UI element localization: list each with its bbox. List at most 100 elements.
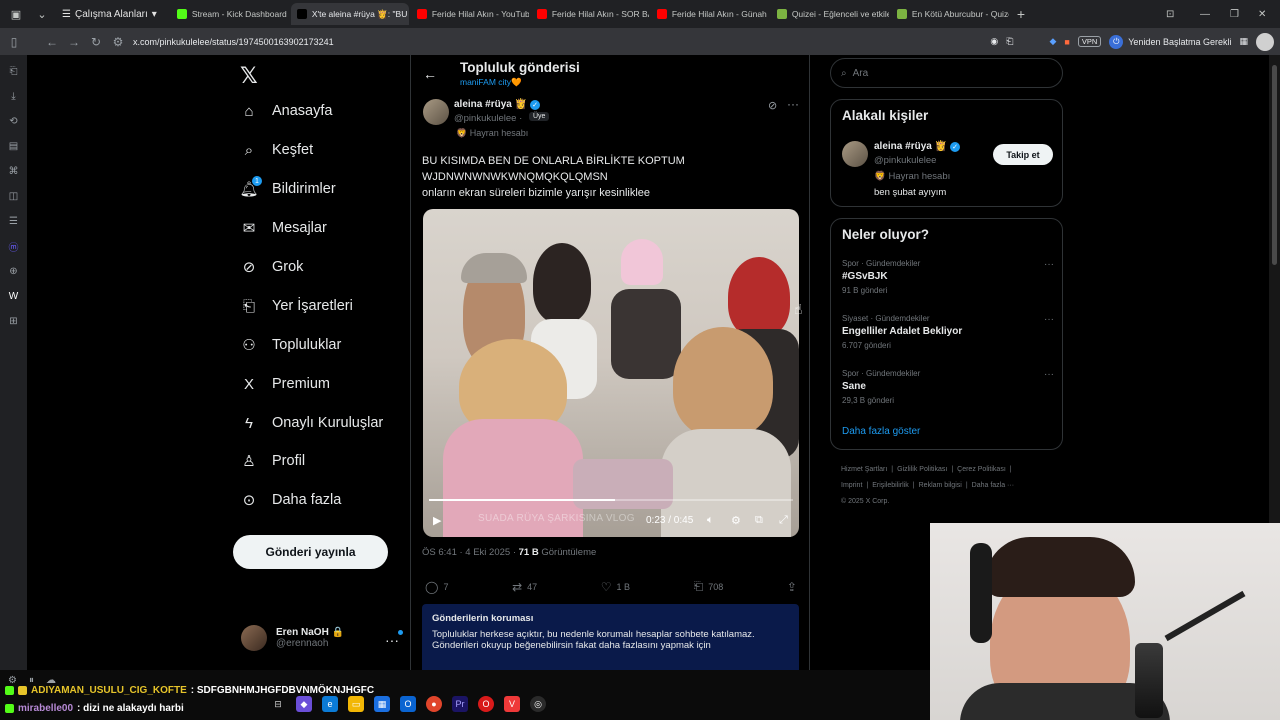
browser-tab[interactable]: Feride Hilal Akın - Günah B: [651, 3, 769, 25]
cast-icon[interactable]: ◉: [990, 36, 998, 47]
post-timestamp[interactable]: ÖS 6:41 · 4 Eki 2025 ·: [422, 547, 516, 558]
follow-button[interactable]: Takip et: [993, 144, 1053, 165]
reply-button[interactable]: ◯ 7: [425, 579, 448, 594]
reload-icon[interactable]: ↻: [85, 31, 107, 53]
browser-menu-icon[interactable]: ▣: [6, 4, 26, 24]
bookmark-button[interactable]: ⎗ 708: [694, 579, 724, 594]
nav-item-onayl-kurulu-lar[interactable]: ϟ Onaylı Kuruluşlar: [240, 414, 383, 432]
extension-icon[interactable]: ◆: [1049, 36, 1056, 47]
new-tab-button[interactable]: +: [1017, 6, 1025, 22]
trend-item[interactable]: Siyaset · Gündemdekiler Engelliler Adalet…: [842, 314, 1054, 350]
account-switcher[interactable]: Eren NaOH 🔒 @erennaoh: [241, 625, 344, 651]
browser-tab[interactable]: Quizei - Eğlenceli ve etkileş: [771, 3, 889, 25]
community-link[interactable]: maniFAM city🧡: [460, 77, 522, 88]
premiere-icon[interactable]: Pr: [452, 696, 468, 712]
pause-icon[interactable]: ⏸: [29, 675, 34, 686]
copilot-icon[interactable]: ◆: [296, 696, 312, 712]
url-field[interactable]: x.com/pinkukulelee/status/19745001639021…: [133, 37, 334, 47]
browser-tab[interactable]: Feride Hilal Akın - YouTube: [411, 3, 529, 25]
close-window-button[interactable]: ✕: [1258, 0, 1266, 28]
footer-link[interactable]: Daha fazla ···: [972, 482, 1014, 489]
web-panel-icon[interactable]: ⊕: [7, 263, 21, 279]
footer-link[interactable]: Erişilebilirlik: [872, 482, 909, 489]
nav-item-ke-fet[interactable]: ⌕ Keşfet: [240, 141, 313, 159]
post-more-icon[interactable]: ···: [787, 97, 799, 111]
panel-w-icon[interactable]: W: [7, 288, 21, 304]
account-more-icon[interactable]: ···: [385, 630, 403, 648]
browser-tab[interactable]: X'te aleina #rüya 👸: "BU K: [290, 3, 409, 25]
folder-icon[interactable]: ▭: [348, 696, 364, 712]
pip-icon[interactable]: ⧉: [755, 514, 763, 527]
scrollbar-thumb[interactable]: [1272, 65, 1277, 265]
bookmark-page-icon[interactable]: ⎗: [1006, 36, 1013, 47]
restart-required-button[interactable]: ⏻ Yeniden Başlatma Gerekli: [1109, 34, 1231, 49]
outlook-icon[interactable]: O: [400, 696, 416, 712]
author-handle[interactable]: @pinkukulelee ·: [454, 113, 522, 124]
share-button[interactable]: ⇪: [787, 579, 797, 594]
extension-icon-2[interactable]: ■: [1064, 37, 1069, 47]
nav-item-grok[interactable]: ⊘ Grok: [240, 258, 304, 276]
nav-item-bildirimler[interactable]: 🔔︎ 1 Bildirimler: [239, 176, 336, 198]
vivaldi-icon[interactable]: V: [504, 696, 520, 712]
footer-link[interactable]: © 2025 X Corp.: [841, 498, 889, 505]
back-arrow-icon[interactable]: ←: [41, 31, 63, 53]
footer-link[interactable]: Çerez Politikası: [957, 466, 1006, 473]
notes-icon[interactable]: ▤: [7, 138, 21, 154]
task-view-icon[interactable]: ⊟: [270, 696, 286, 712]
fullscreen-icon[interactable]: ⤢: [779, 514, 788, 527]
author-avatar[interactable]: [423, 99, 449, 125]
trend-item[interactable]: Spor · Gündemdekiler #GSvBJK 91 B gönderi ·…: [842, 259, 1054, 295]
browser-tab[interactable]: En Kötü Aburcubur - Quizei: [891, 3, 1009, 25]
browser-tab[interactable]: Stream - Kick Dashboard: [171, 3, 289, 25]
store-icon[interactable]: ▦: [374, 696, 390, 712]
footer-link[interactable]: Hizmet Şartları: [841, 466, 887, 473]
obs-icon[interactable]: ◎: [530, 696, 546, 712]
related-user-name-row[interactable]: aleina #rüya 👸 ✓: [874, 141, 961, 152]
footer-link[interactable]: Imprint: [841, 482, 862, 489]
x-logo-icon[interactable]: 𝕏: [240, 63, 258, 89]
settings-gear-icon[interactable]: ⚙: [731, 514, 741, 527]
show-more-link[interactable]: Daha fazla göster: [842, 426, 920, 437]
site-info-icon[interactable]: ⚙: [107, 31, 129, 53]
capture-icon[interactable]: ◫: [7, 188, 21, 204]
reading-list-icon[interactable]: ☰: [7, 213, 21, 229]
translate-icon[interactable]: ⌘: [7, 163, 21, 179]
play-icon[interactable]: ▶: [433, 514, 441, 527]
nav-item-premium[interactable]: X Premium: [240, 375, 330, 393]
vpn-button[interactable]: VPN: [1077, 36, 1102, 47]
avatar[interactable]: [842, 141, 868, 167]
workspaces-button[interactable]: ☰ Çalışma Alanları ▾: [58, 4, 161, 24]
settings-gear-icon[interactable]: ⚙: [8, 675, 17, 686]
tab-list-chevron-icon[interactable]: ⌄: [32, 4, 52, 24]
nav-item-anasayfa[interactable]: ⌂ Anasayfa: [240, 102, 332, 120]
footer-link[interactable]: Reklam bilgisi: [919, 482, 962, 489]
profile-avatar[interactable]: [1256, 32, 1274, 51]
cloud-icon[interactable]: ☁: [46, 675, 56, 686]
nav-item-daha-fazla[interactable]: ⊙ Daha fazla: [240, 491, 342, 509]
search-input[interactable]: ⌕ Ara: [830, 58, 1063, 88]
nav-item-yer-i-aretleri[interactable]: ⎗ Yer İşaretleri: [240, 297, 353, 315]
video-player[interactable]: SUADA RÜYA ŞARKISINA VLOG ▶ 0:23 / 0:45 …: [423, 209, 799, 537]
repost-button[interactable]: ⇄ 47: [512, 579, 537, 594]
download-icon[interactable]: ⤓: [7, 88, 21, 104]
nav-item-mesajlar[interactable]: ✉ Mesajlar: [240, 219, 327, 237]
forward-arrow-icon[interactable]: →: [63, 31, 85, 53]
mastodon-icon[interactable]: ⓜ: [7, 238, 21, 254]
nav-item-profil[interactable]: ♙ Profil: [240, 452, 305, 470]
grok-icon[interactable]: ⊘: [768, 99, 777, 112]
like-button[interactable]: ♡ 1 B: [601, 579, 630, 594]
maximize-button[interactable]: ❐: [1230, 0, 1239, 28]
trend-more-icon[interactable]: ···: [1044, 259, 1054, 270]
browser-tab[interactable]: Feride Hilal Akın - SOR BAN: [531, 3, 649, 25]
trend-item[interactable]: Spor · Gündemdekiler Sane 29,3 B gönderi ··…: [842, 369, 1054, 405]
tab-search-icon[interactable]: ⊡: [1166, 0, 1174, 28]
sidebar-toggle-icon[interactable]: ▯: [3, 31, 25, 53]
extensions-icon[interactable]: ▦: [1239, 36, 1248, 47]
footer-link[interactable]: Gizlilik Politikası: [897, 466, 947, 473]
trend-more-icon[interactable]: ···: [1044, 369, 1054, 380]
back-arrow-icon[interactable]: ←: [423, 66, 437, 82]
add-panel-icon[interactable]: ⊞: [7, 313, 21, 329]
bookmark-icon[interactable]: ⎗: [7, 63, 21, 79]
nav-item-topluluklar[interactable]: ⚇ Topluluklar: [240, 336, 341, 354]
trend-more-icon[interactable]: ···: [1044, 314, 1054, 325]
